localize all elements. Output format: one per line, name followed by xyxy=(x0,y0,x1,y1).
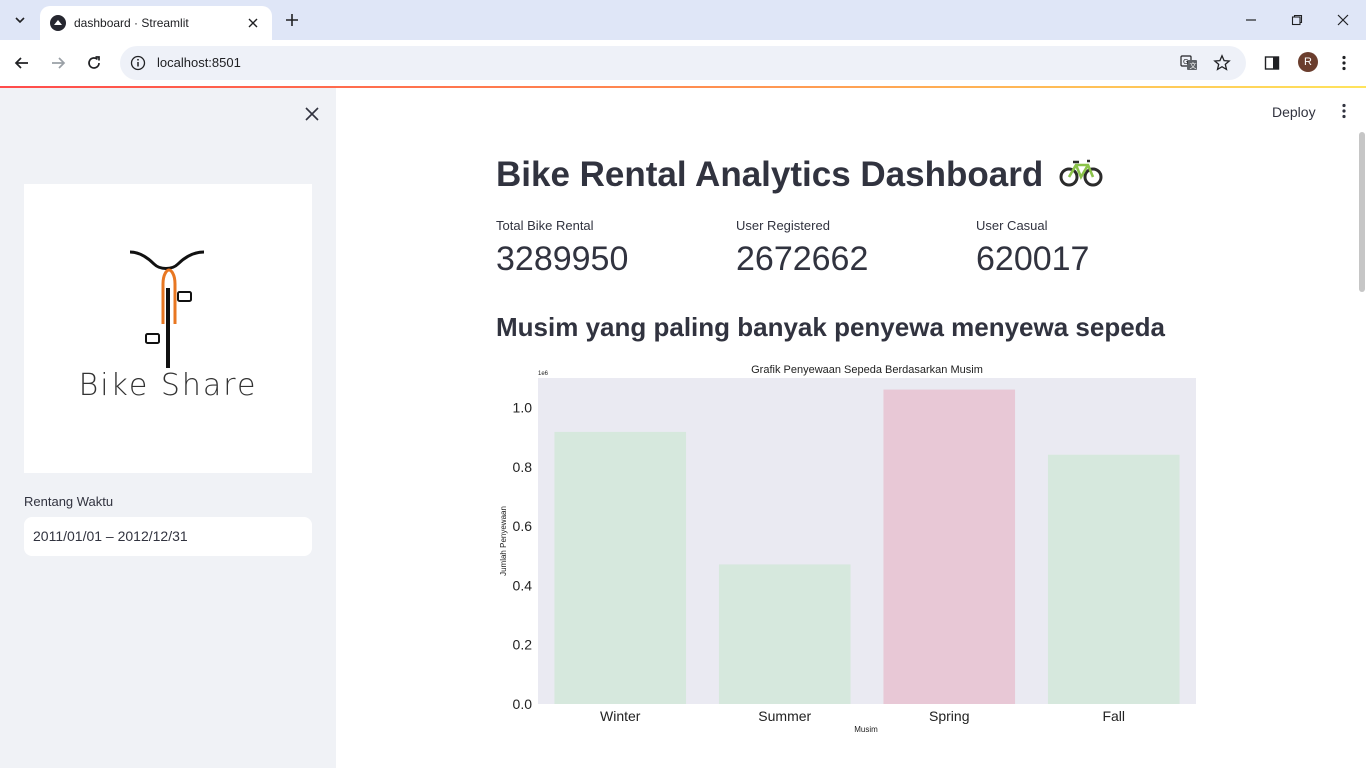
translate-icon[interactable]: G文 xyxy=(1179,53,1199,73)
metric-label: User Casual xyxy=(976,218,1048,233)
date-range-input[interactable]: 2011/01/01 – 2012/12/31 xyxy=(24,517,312,556)
url-text: localhost:8501 xyxy=(157,55,241,70)
bar-spring xyxy=(883,389,1016,704)
y-tick-label: 0.6 xyxy=(513,518,533,534)
tab-close-icon[interactable] xyxy=(244,14,262,32)
x-tick-label: Summer xyxy=(758,708,811,724)
x-tick-label: Winter xyxy=(600,708,641,724)
chart-title: Grafik Penyewaan Sepeda Berdasarkan Musi… xyxy=(751,364,983,376)
svg-text:文: 文 xyxy=(1190,61,1197,70)
bar-winter xyxy=(554,431,687,704)
browser-tab-bar: dashboard · Streamlit xyxy=(0,0,1366,40)
browser-toolbar: localhost:8501 G文 R xyxy=(0,40,1366,86)
new-tab-plus-icon[interactable] xyxy=(282,10,302,30)
x-tick-label: Fall xyxy=(1102,708,1125,724)
bicycle-logo-icon xyxy=(129,250,205,368)
sidebar-close-icon[interactable] xyxy=(300,102,324,126)
y-tick-label: 0.4 xyxy=(513,577,533,593)
window-close-icon[interactable] xyxy=(1320,0,1366,40)
metric-user-casual: User Casual 620017 xyxy=(976,218,1196,279)
svg-text:G: G xyxy=(1183,58,1188,66)
metric-value: 3289950 xyxy=(496,240,629,278)
sidebar: Bike Share Rentang Waktu 2011/01/01 – 20… xyxy=(0,88,336,768)
bike-share-logo: Bike Share xyxy=(24,184,312,473)
page-title-text: Bike Rental Analytics Dashboard xyxy=(496,155,1044,194)
site-info-icon[interactable] xyxy=(128,53,148,73)
page-scrollbar[interactable] xyxy=(1359,132,1365,292)
metric-label: User Registered xyxy=(736,218,830,233)
browser-menu-icon[interactable] xyxy=(1333,52,1355,74)
bar-summer xyxy=(718,564,851,704)
chart-scale-label: 1e6 xyxy=(538,371,549,377)
chart-xlabel: Musim xyxy=(854,725,878,734)
y-tick-label: 1.0 xyxy=(513,400,533,416)
season-rental-chart: Grafik Penyewaan Sepeda Berdasarkan Musi… xyxy=(496,362,1206,738)
browser-tab[interactable]: dashboard · Streamlit xyxy=(40,6,272,40)
section-title: Musim yang paling banyak penyewa menyewa… xyxy=(496,312,1166,342)
restore-icon[interactable] xyxy=(1274,0,1320,40)
reload-icon[interactable] xyxy=(81,50,107,76)
forward-arrow-icon[interactable] xyxy=(45,50,71,76)
bar-chart-svg: Grafik Penyewaan Sepeda Berdasarkan Musi… xyxy=(499,364,1196,734)
deploy-button[interactable]: Deploy xyxy=(1264,100,1324,124)
date-range-label: Rentang Waktu xyxy=(24,494,114,509)
bicycle-emoji-icon xyxy=(1059,156,1103,197)
main-menu-icon[interactable] xyxy=(1334,101,1354,121)
metric-user-registered: User Registered 2672662 xyxy=(736,218,956,279)
y-tick-label: 0.0 xyxy=(513,696,533,712)
metric-total-rental: Total Bike Rental 3289950 xyxy=(496,218,716,279)
bookmark-star-icon[interactable] xyxy=(1212,53,1232,73)
profile-avatar[interactable]: R xyxy=(1298,52,1318,72)
tab-title: dashboard · Streamlit xyxy=(74,16,189,30)
streamlit-favicon-icon xyxy=(50,15,66,31)
y-tick-label: 0.2 xyxy=(513,637,533,653)
back-arrow-icon[interactable] xyxy=(9,50,35,76)
x-tick-label: Spring xyxy=(929,708,969,724)
metric-value: 620017 xyxy=(976,240,1090,278)
y-tick-label: 0.8 xyxy=(513,459,533,475)
minimize-icon[interactable] xyxy=(1228,0,1274,40)
bar-fall xyxy=(1047,454,1180,704)
metric-value: 2672662 xyxy=(736,240,869,278)
metric-label: Total Bike Rental xyxy=(496,218,594,233)
logo-text: Bike Share xyxy=(78,368,258,403)
page-title: Bike Rental Analytics Dashboard xyxy=(496,155,1103,197)
address-bar[interactable]: localhost:8501 G文 xyxy=(120,46,1246,80)
tab-search-chevron-icon[interactable] xyxy=(8,8,32,32)
side-panel-icon[interactable] xyxy=(1261,52,1283,74)
chart-ylabel: Jumlah Penyewaan xyxy=(499,506,508,576)
